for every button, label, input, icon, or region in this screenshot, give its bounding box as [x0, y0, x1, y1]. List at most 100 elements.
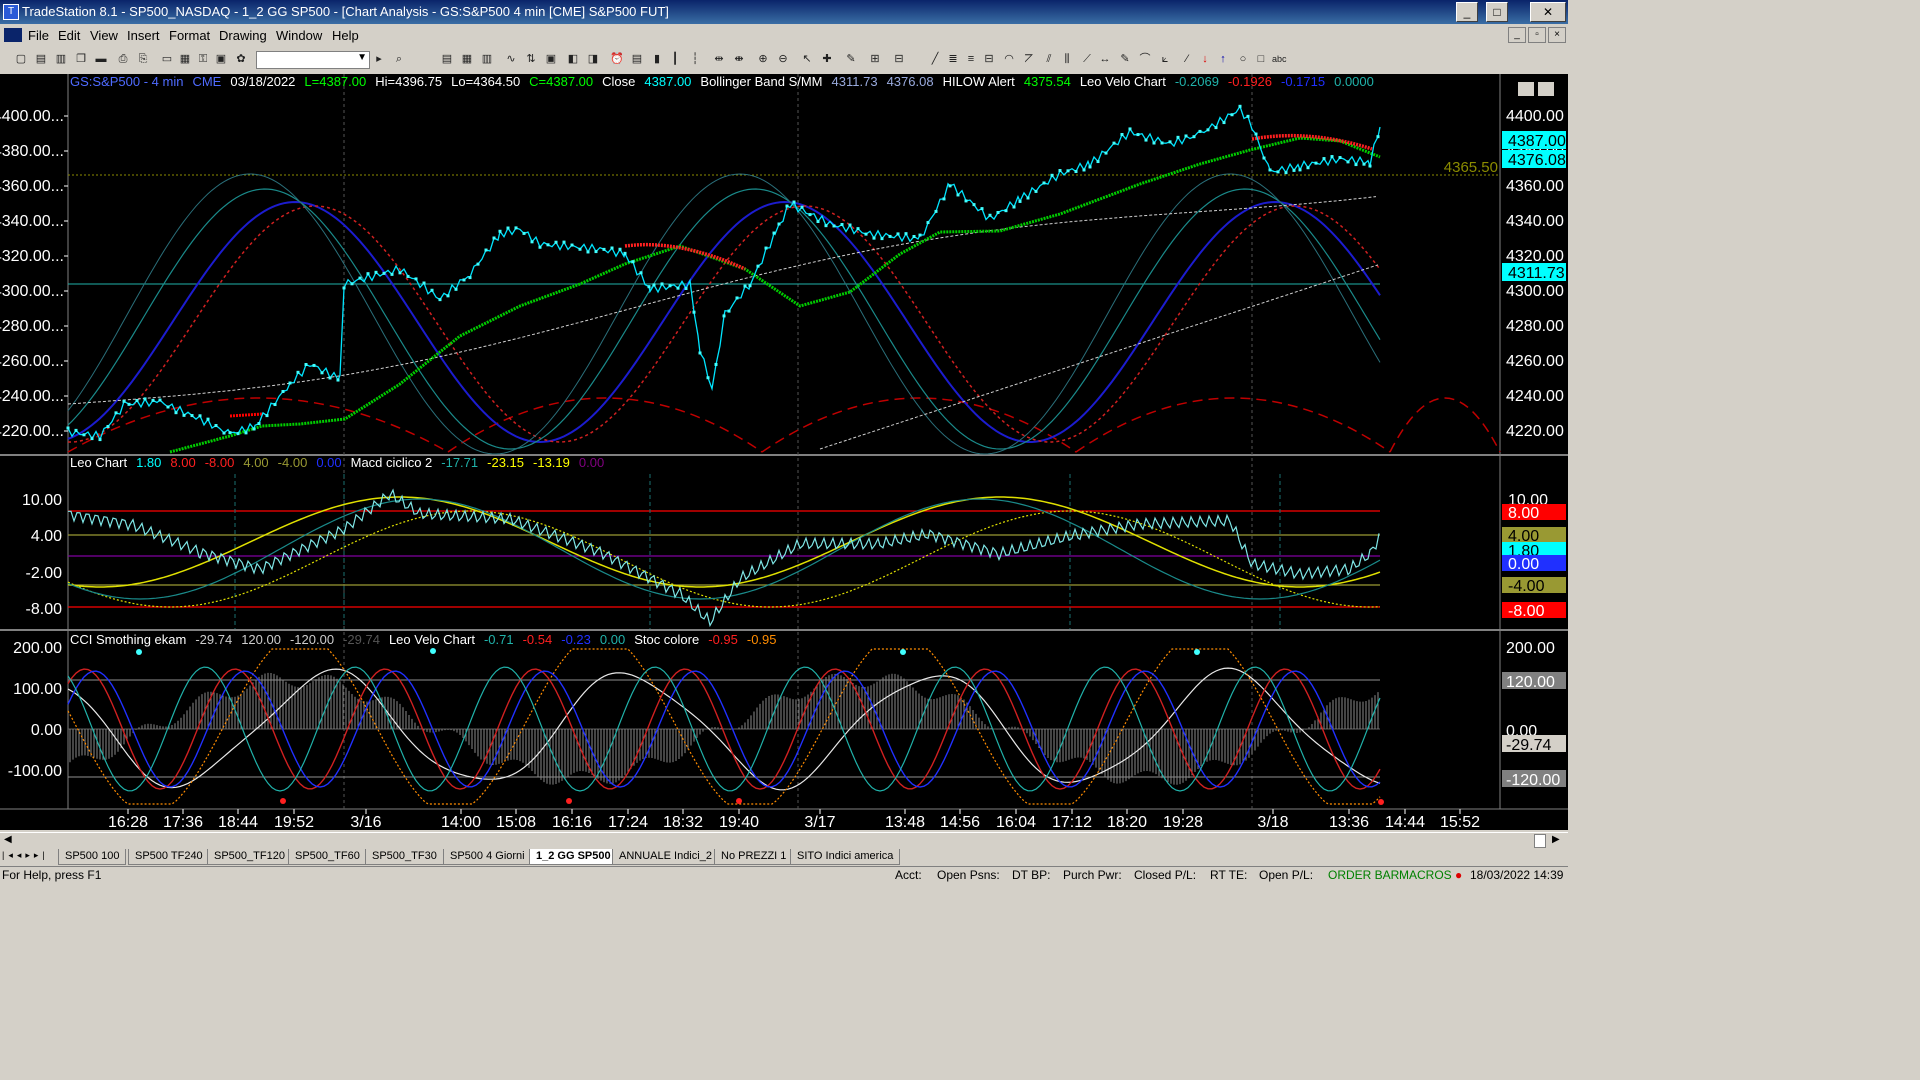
- color-icon[interactable]: ✿: [234, 52, 248, 66]
- ellipse-icon[interactable]: ○: [1236, 52, 1250, 66]
- macro-icon[interactable]: ▣: [214, 52, 228, 66]
- save-all-icon[interactable]: ▥: [54, 52, 68, 66]
- mdi-close-button[interactable]: ×: [1548, 27, 1566, 43]
- panel-restore-button[interactable]: [1538, 82, 1554, 96]
- maximize-button[interactable]: □: [1486, 2, 1508, 22]
- vertical-lines-icon[interactable]: ⫼: [1060, 52, 1074, 66]
- print-icon[interactable]: ⎙: [116, 52, 130, 66]
- tab-sp500-tf120[interactable]: SP500_TF120: [207, 849, 292, 865]
- data-icon[interactable]: ▣: [544, 52, 558, 66]
- up-arrow-icon[interactable]: ↑: [1216, 52, 1230, 66]
- cycle-icon[interactable]: ⌒: [1138, 52, 1152, 66]
- gann-icon[interactable]: ⫽: [1042, 52, 1056, 66]
- price-panel[interactable]: [68, 74, 1500, 454]
- menu-help[interactable]: Help: [332, 28, 359, 43]
- fan-icon[interactable]: ⟀: [1158, 52, 1172, 66]
- chart-window-icon[interactable]: [4, 28, 22, 42]
- delete-icon[interactable]: ⊟: [892, 52, 906, 66]
- scroll-right-icon[interactable]: ▶: [1552, 834, 1560, 845]
- candle-icon[interactable]: ┃: [668, 52, 682, 66]
- tab-sp500-tf30[interactable]: SP500_TF30: [365, 849, 444, 865]
- strategy-icon[interactable]: ⇅: [524, 52, 538, 66]
- menu-edit[interactable]: Edit: [58, 28, 80, 43]
- copy-icon[interactable]: ❐: [74, 52, 88, 66]
- arc-icon[interactable]: ◠: [1002, 52, 1016, 66]
- oscillator-panel[interactable]: [68, 457, 1500, 629]
- tile-icon[interactable]: ▦: [178, 52, 192, 66]
- ohlc-icon[interactable]: ┆: [688, 52, 702, 66]
- trendline-icon[interactable]: ╱: [928, 52, 942, 66]
- tab-sp500-tf60[interactable]: SP500_TF60: [288, 849, 367, 865]
- menu-file[interactable]: File: [28, 28, 49, 43]
- panel-minimize-button[interactable]: [1518, 82, 1534, 96]
- chart-area[interactable]: 4400.00...4400.004380.00...4380.004360.0…: [0, 74, 1568, 831]
- tab-no-prezzi-1[interactable]: No PREZZI 1: [714, 849, 794, 865]
- close-button[interactable]: ✕: [1530, 2, 1566, 22]
- order-bar-button[interactable]: ORDER BAR: [1328, 868, 1399, 882]
- table-icon[interactable]: ▥: [480, 52, 494, 66]
- tab-sp500-4-giorni[interactable]: SP500 4 Giorni: [443, 849, 532, 865]
- menu-window[interactable]: Window: [276, 28, 322, 43]
- freehand-icon[interactable]: ⁄: [1180, 52, 1194, 66]
- tools-icon[interactable]: ✎: [844, 52, 858, 66]
- arrows-horizontal-icon[interactable]: ↔: [1098, 52, 1112, 66]
- scroll-thumb[interactable]: [1534, 834, 1546, 848]
- pencil-icon[interactable]: ✎: [1118, 52, 1132, 66]
- text-icon[interactable]: abc: [1272, 52, 1287, 66]
- close-price-marker: [1338, 156, 1342, 160]
- rectangle-icon[interactable]: □: [1254, 52, 1268, 66]
- play-icon[interactable]: ▸: [372, 52, 386, 66]
- scroll-left-icon[interactable]: ◀: [4, 834, 12, 845]
- channel-icon[interactable]: ⊟: [982, 52, 996, 66]
- tab-annuale-indici-2[interactable]: ANNUALE Indici_2: [612, 849, 719, 865]
- speed-line-icon[interactable]: ⦢: [1022, 52, 1036, 66]
- chart-icon[interactable]: ▤: [440, 52, 454, 66]
- pointer-icon[interactable]: ↖: [800, 52, 814, 66]
- close-price-marker: [748, 284, 752, 288]
- close-price-marker: [1066, 169, 1070, 173]
- price-header-item: 03/18/2022: [230, 74, 295, 89]
- mdi-minimize-button[interactable]: _: [1508, 27, 1526, 43]
- down-arrow-icon[interactable]: ↓: [1198, 52, 1212, 66]
- new-icon[interactable]: ▢: [14, 52, 28, 66]
- compress-icon[interactable]: ⇼: [732, 52, 746, 66]
- tab-nav-arrows-icon[interactable]: |◂◂▸▸|: [2, 850, 49, 861]
- menu-view[interactable]: View: [90, 28, 118, 43]
- close-price-marker: [1144, 138, 1148, 142]
- zoom-in-icon[interactable]: ⊕: [756, 52, 770, 66]
- open-icon[interactable]: ▤: [34, 52, 48, 66]
- tab-sp500-tf240[interactable]: SP500 TF240: [128, 849, 210, 865]
- symbol-dropdown[interactable]: ▼: [256, 51, 370, 69]
- folder-icon[interactable]: ▬: [94, 52, 108, 66]
- zoom-out-icon[interactable]: ⊖: [776, 52, 790, 66]
- fibonacci-icon[interactable]: ≣: [946, 52, 960, 66]
- regression-icon[interactable]: ⟋: [1080, 52, 1094, 66]
- print-preview-icon[interactable]: ⎘: [136, 52, 150, 66]
- style-icon[interactable]: ◨: [586, 52, 600, 66]
- close-price-marker: [1292, 168, 1296, 172]
- horizontal-line-icon[interactable]: ≡: [964, 52, 978, 66]
- crosshair-icon[interactable]: ✚: [820, 52, 834, 66]
- bar-spacing-icon[interactable]: ⇹: [712, 52, 726, 66]
- tab-sp500-100[interactable]: SP500 100: [58, 849, 127, 865]
- tab-sito-indici-america[interactable]: SITO Indici america: [790, 849, 901, 865]
- horizontal-scrollbar[interactable]: ◀ ▶: [0, 832, 1568, 849]
- menu-format[interactable]: Format: [169, 28, 210, 43]
- bar-chart-icon[interactable]: ▮: [650, 52, 664, 66]
- find-icon[interactable]: ⌕: [392, 52, 406, 66]
- menu-insert[interactable]: Insert: [127, 28, 160, 43]
- lock-icon[interactable]: ⚿: [196, 52, 210, 66]
- format-icon[interactable]: ◧: [566, 52, 580, 66]
- macros-button[interactable]: MACROS: [1399, 868, 1452, 882]
- close-price-marker: [840, 222, 844, 226]
- wave-icon[interactable]: ∿: [504, 52, 518, 66]
- news-icon[interactable]: ▤: [630, 52, 644, 66]
- grid-icon[interactable]: ▦: [460, 52, 474, 66]
- insert-icon[interactable]: ⊞: [868, 52, 882, 66]
- minimize-button[interactable]: _: [1456, 2, 1478, 22]
- window-icon[interactable]: ▭: [160, 52, 174, 66]
- tab-1-2-gg-sp500[interactable]: 1_2 GG SP500: [529, 849, 618, 865]
- mdi-restore-button[interactable]: ▫: [1528, 27, 1546, 43]
- alarm-icon[interactable]: ⏰: [610, 52, 624, 66]
- menu-drawing[interactable]: Drawing: [219, 28, 267, 43]
